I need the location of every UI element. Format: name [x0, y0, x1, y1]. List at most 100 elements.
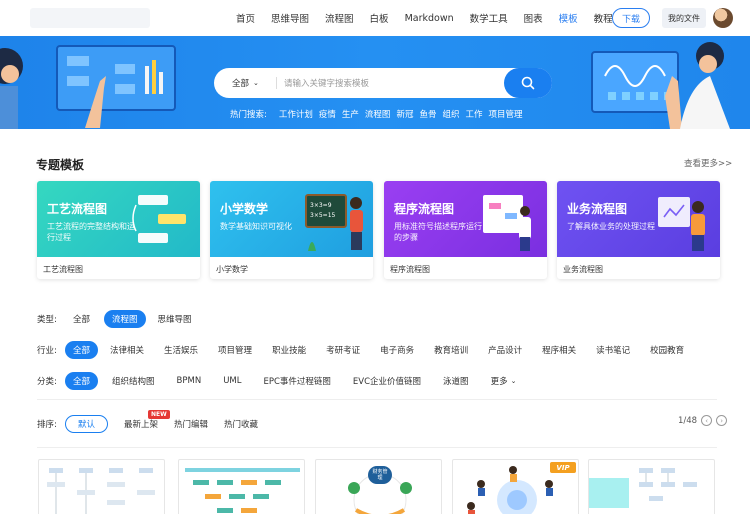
industry-option[interactable]: 考研考证 — [318, 341, 368, 359]
hot-term[interactable]: 新冠 — [396, 108, 413, 120]
flowchart-preview — [47, 468, 155, 514]
template-thumbnail[interactable] — [38, 459, 165, 514]
avatar[interactable] — [713, 8, 733, 28]
category-option-active[interactable]: 全部 — [65, 372, 99, 390]
sort-label: 排序: — [37, 420, 57, 430]
site-logo[interactable] — [30, 8, 150, 28]
card-title: 业务流程图 — [567, 202, 628, 216]
next-page-icon[interactable]: › — [716, 415, 728, 426]
card-title: 小学数学 — [220, 202, 269, 216]
pagination: 1/48 ‹ › — [678, 415, 728, 426]
card-title: 程序流程图 — [394, 202, 455, 216]
category-option[interactable]: BPMN — [169, 372, 210, 390]
industry-option[interactable]: 生活娱乐 — [156, 341, 206, 359]
type-option-active[interactable]: 流程图 — [104, 310, 146, 328]
industry-filter-label: 行业: — [37, 346, 57, 356]
type-option[interactable]: 全部 — [65, 310, 98, 328]
category-option[interactable]: 泳道图 — [435, 372, 477, 390]
industry-option[interactable]: 校园教育 — [642, 341, 692, 359]
card-subtitle: 数学基础知识可视化 — [220, 222, 292, 231]
search-category-select[interactable]: 全部 ⌄ — [232, 68, 259, 98]
topic-card-program[interactable]: 程序流程图 用标准符号描述程序运行的步骤 程序流程图 — [384, 181, 547, 279]
nav-flowchart[interactable]: 流程图 — [325, 11, 354, 25]
industry-option[interactable]: 法律相关 — [102, 341, 152, 359]
industry-option[interactable]: 电子商务 — [372, 341, 422, 359]
template-thumbnail[interactable]: 财务管理 — [315, 459, 442, 514]
banner-left-illustration — [0, 45, 176, 129]
nav-home[interactable]: 首页 — [236, 11, 255, 25]
svg-text:3×3=9: 3×3=9 — [310, 202, 332, 209]
search-button[interactable] — [504, 68, 552, 98]
category-option[interactable]: EVC企业价值链图 — [345, 372, 429, 390]
industry-option-active[interactable]: 全部 — [65, 341, 99, 359]
industry-option[interactable]: 职业技能 — [264, 341, 314, 359]
search-box: 全部 ⌄ 请输入关键字搜索模板 — [214, 68, 552, 98]
template-thumbnail[interactable] — [178, 459, 305, 514]
industry-option[interactable]: 项目管理 — [210, 341, 260, 359]
nav-templates[interactable]: 模板 — [559, 11, 578, 25]
hot-term[interactable]: 组织 — [442, 108, 459, 120]
program-flow-illustration — [483, 195, 531, 251]
more-label: 更多 — [490, 377, 508, 387]
sort-option[interactable]: 热门编辑 — [166, 415, 216, 433]
hot-term[interactable]: 疫情 — [319, 108, 336, 120]
nav-links: 首页 思维导图 流程图 白板 Markdown 数学工具 图表 模板 教程 — [236, 0, 613, 36]
card-caption: 工艺流程图 — [43, 265, 83, 274]
search-banner: 全部 ⌄ 请输入关键字搜索模板 热门搜索: 工作计划 疫情 生产 流程图 新冠 … — [0, 36, 750, 129]
card-title: 工艺流程图 — [47, 202, 108, 216]
category-option[interactable]: 组织结构图 — [104, 372, 163, 390]
section-title: 专题模板 — [36, 158, 85, 172]
industry-option[interactable]: 程序相关 — [534, 341, 584, 359]
card-caption: 小学数学 — [216, 265, 248, 274]
sort-option-active[interactable]: 默认 — [65, 415, 109, 433]
hot-term[interactable]: 项目管理 — [489, 108, 523, 120]
hot-searches: 热门搜索: 工作计划 疫情 生产 流程图 新冠 鱼骨 组织 工作 项目管理 — [230, 108, 523, 120]
industry-filter-row: 行业: 全部 法律相关 生活娱乐 项目管理 职业技能 考研考证 电子商务 教育培… — [37, 341, 692, 359]
topic-card-math[interactable]: 3×3=9 3×5=15 小学数学 数学基础知识可视化 小学数学 — [210, 181, 373, 279]
nav-markdown[interactable]: Markdown — [405, 13, 454, 24]
industry-option[interactable]: 产品设计 — [480, 341, 530, 359]
topic-card-process[interactable]: 工艺流程图 工艺流程的完整结构和运行过程 工艺流程图 — [37, 181, 200, 279]
topic-card-business[interactable]: 业务流程图 了解具体业务的处理过程 业务流程图 — [557, 181, 720, 279]
sort-option[interactable]: 热门收藏 — [216, 415, 266, 433]
type-option[interactable]: 思维导图 — [150, 310, 200, 328]
category-option[interactable]: UML — [215, 372, 249, 390]
my-files-button[interactable]: 我的文件 — [662, 8, 706, 28]
card-caption: 程序流程图 — [390, 265, 430, 274]
search-icon — [521, 76, 535, 90]
business-flow-illustration — [658, 197, 705, 251]
template-thumbnail[interactable] — [588, 459, 715, 514]
category-filter-label: 分类: — [37, 377, 57, 387]
card-subtitle: 用标准符号描述程序运行的步骤 — [394, 222, 482, 242]
search-input[interactable]: 请输入关键字搜索模板 — [284, 68, 369, 98]
top-navbar: 首页 思维导图 流程图 白板 Markdown 数学工具 图表 模板 教程 下载… — [0, 0, 750, 36]
svg-text:3×5=15: 3×5=15 — [310, 212, 336, 219]
card-subtitle: 工艺流程的完整结构和运行过程 — [47, 222, 135, 242]
category-option[interactable]: EPC事件过程链图 — [255, 372, 338, 390]
hot-term[interactable]: 工作 — [465, 108, 482, 120]
banner-right-illustration — [591, 42, 730, 129]
nav-charts[interactable]: 图表 — [524, 11, 543, 25]
hot-term[interactable]: 工作计划 — [279, 108, 313, 120]
see-more-link[interactable]: 查看更多>> — [684, 157, 732, 169]
nav-mindmap[interactable]: 思维导图 — [271, 11, 309, 25]
chevron-down-icon: ⌄ — [253, 79, 259, 87]
divider — [37, 399, 717, 400]
industry-option[interactable]: 读书笔记 — [588, 341, 638, 359]
nav-tutorials[interactable]: 教程 — [594, 11, 613, 25]
nav-math-tools[interactable]: 数学工具 — [470, 11, 508, 25]
hot-term[interactable]: 鱼骨 — [419, 108, 436, 120]
template-thumbnail[interactable]: VIP — [452, 459, 579, 514]
hot-term[interactable]: 生产 — [342, 108, 359, 120]
hot-term[interactable]: 流程图 — [365, 108, 391, 120]
vip-badge: VIP — [550, 462, 576, 473]
chalkboard-teacher-illustration: 3×3=9 3×5=15 — [305, 194, 363, 251]
more-categories-button[interactable]: 更多 ⌄ — [483, 372, 525, 390]
hot-search-label: 热门搜索: — [230, 110, 267, 120]
download-button[interactable]: 下载 — [612, 8, 650, 28]
prev-page-icon[interactable]: ‹ — [701, 415, 713, 426]
card-caption: 业务流程图 — [563, 265, 603, 274]
industry-option[interactable]: 教育培训 — [426, 341, 476, 359]
nav-whiteboard[interactable]: 白板 — [370, 11, 389, 25]
chevron-down-icon: ⌄ — [510, 377, 517, 385]
